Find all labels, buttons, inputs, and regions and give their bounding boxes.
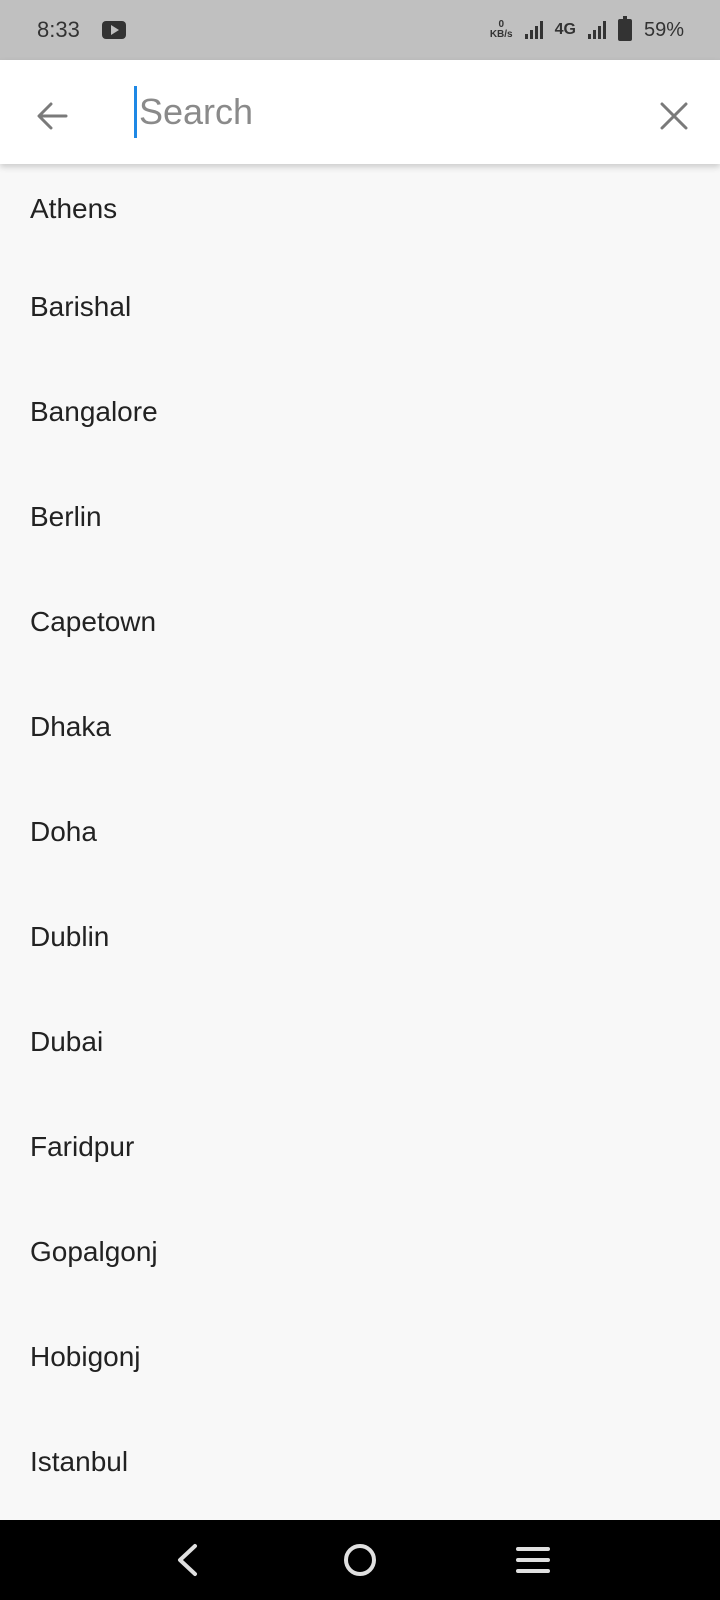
signal-2-icon — [587, 21, 606, 39]
nav-back-icon — [177, 1544, 197, 1576]
close-icon — [660, 102, 688, 130]
system-nav-bar — [0, 1520, 720, 1600]
nav-home-button[interactable] — [330, 1530, 390, 1590]
network-type: 4G — [554, 21, 576, 38]
search-app-bar — [0, 60, 720, 164]
city-item-barishal[interactable]: Barishal — [0, 254, 720, 359]
battery-percent: 59% — [643, 18, 684, 41]
city-item-dubai[interactable]: Dubai — [0, 989, 720, 1094]
signal-icon — [524, 21, 543, 39]
net-speed: 0 KB/s — [490, 20, 513, 40]
search-input[interactable] — [134, 86, 634, 138]
net-speed-unit: KB/s — [489, 29, 513, 40]
city-item-capetown[interactable]: Capetown — [0, 569, 720, 674]
city-item-dhaka[interactable]: Dhaka — [0, 674, 720, 779]
nav-menu-button[interactable] — [503, 1530, 563, 1590]
status-bar: 8:33 0 KB/s 4G 59% — [0, 0, 720, 60]
city-item-istanbul[interactable]: Istanbul — [0, 1409, 720, 1514]
city-item-faridpur[interactable]: Faridpur — [0, 1094, 720, 1199]
nav-home-icon — [343, 1544, 376, 1576]
status-left: 8:33 — [37, 17, 126, 43]
city-item-athens[interactable]: Athens — [0, 164, 720, 254]
battery-icon — [617, 16, 632, 41]
clear-search-button[interactable] — [646, 88, 702, 144]
city-list: Athens Barishal Bangalore Berlin Capetow… — [0, 164, 720, 1520]
nav-back-button[interactable] — [157, 1530, 217, 1590]
city-item-bangalore[interactable]: Bangalore — [0, 359, 720, 464]
youtube-icon — [101, 21, 126, 39]
city-item-hobigonj[interactable]: Hobigonj — [0, 1304, 720, 1409]
city-item-doha[interactable]: Doha — [0, 779, 720, 884]
status-right: 0 KB/s 4G 59% — [490, 16, 684, 42]
city-item-dublin[interactable]: Dublin — [0, 884, 720, 989]
nav-menu-icon — [516, 1547, 551, 1573]
status-time: 8:33 — [37, 17, 80, 42]
city-item-gopalgonj[interactable]: Gopalgonj — [0, 1199, 720, 1304]
city-item-berlin[interactable]: Berlin — [0, 464, 720, 569]
arrow-left-icon — [37, 102, 68, 130]
back-button[interactable] — [24, 88, 80, 144]
